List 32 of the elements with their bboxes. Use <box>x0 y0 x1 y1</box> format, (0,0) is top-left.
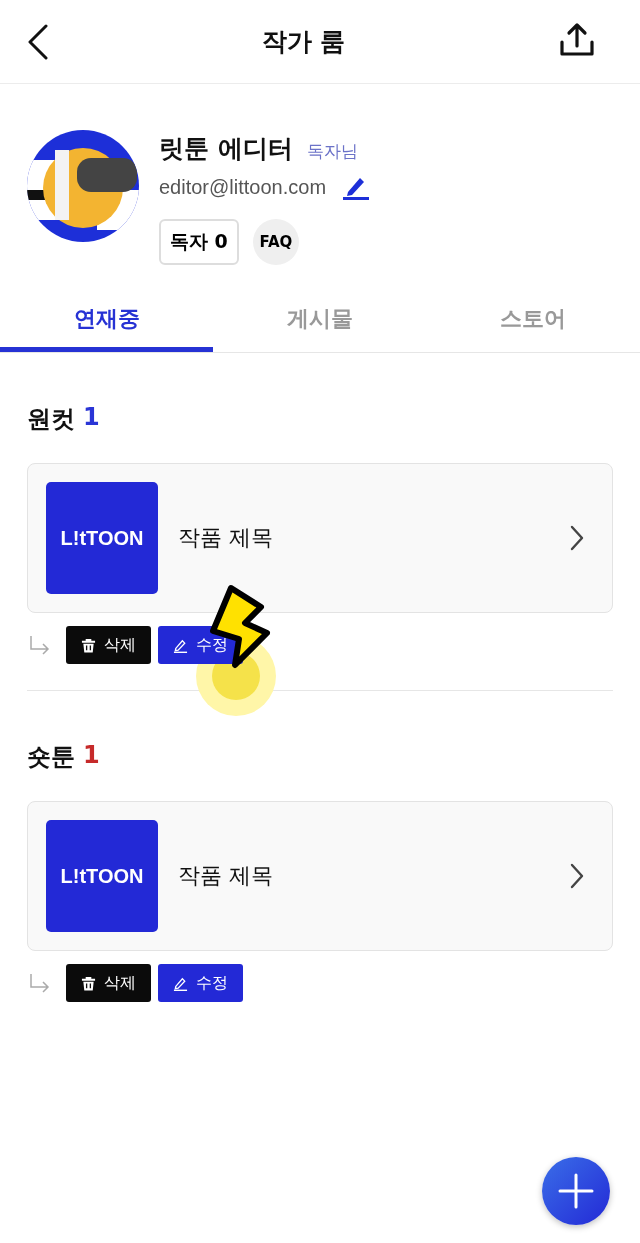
pencil-icon <box>173 637 188 653</box>
add-button[interactable] <box>542 1157 610 1225</box>
faq-button[interactable]: FAQ <box>252 219 299 265</box>
logo-text: L!tTOON <box>60 864 144 888</box>
logo-text: L!tTOON <box>60 526 144 550</box>
edit-button[interactable]: 수정 <box>158 964 243 1002</box>
back-icon[interactable] <box>28 23 48 60</box>
trash-icon <box>81 637 96 653</box>
trash-icon <box>81 975 96 991</box>
role-label: 독자님 <box>306 140 358 163</box>
page-title: 작가 룸 <box>261 26 346 58</box>
user-name: 릿툰 에디터 <box>159 133 293 165</box>
work-card[interactable]: L!tTOON 작품 제목 <box>27 801 613 951</box>
plus-icon <box>556 1171 596 1211</box>
email-text: editor@littoon.com <box>159 175 327 199</box>
pencil-icon <box>173 975 188 991</box>
tab[interactable]: 연재중 <box>0 290 214 352</box>
chevron-icon <box>570 525 584 551</box>
delete-button[interactable]: 삭제 <box>66 964 151 1002</box>
section-title: 숏툰 <box>27 742 75 773</box>
reply-arrow-icon <box>29 973 51 993</box>
work-card[interactable]: L!tTOON 작품 제목 <box>27 463 613 613</box>
work-title: 작품 제목 <box>178 862 274 890</box>
delete-button[interactable]: 삭제 <box>66 626 151 664</box>
chevron-icon <box>570 863 584 889</box>
section-count: 1 <box>83 741 100 771</box>
readers-button[interactable]: 독자 0 <box>159 219 239 265</box>
work-title: 작품 제목 <box>178 524 274 552</box>
share-icon[interactable] <box>559 21 595 58</box>
section-count: 1 <box>83 403 100 433</box>
section-title: 원컷 <box>27 404 75 435</box>
reply-arrow-icon <box>29 635 51 655</box>
